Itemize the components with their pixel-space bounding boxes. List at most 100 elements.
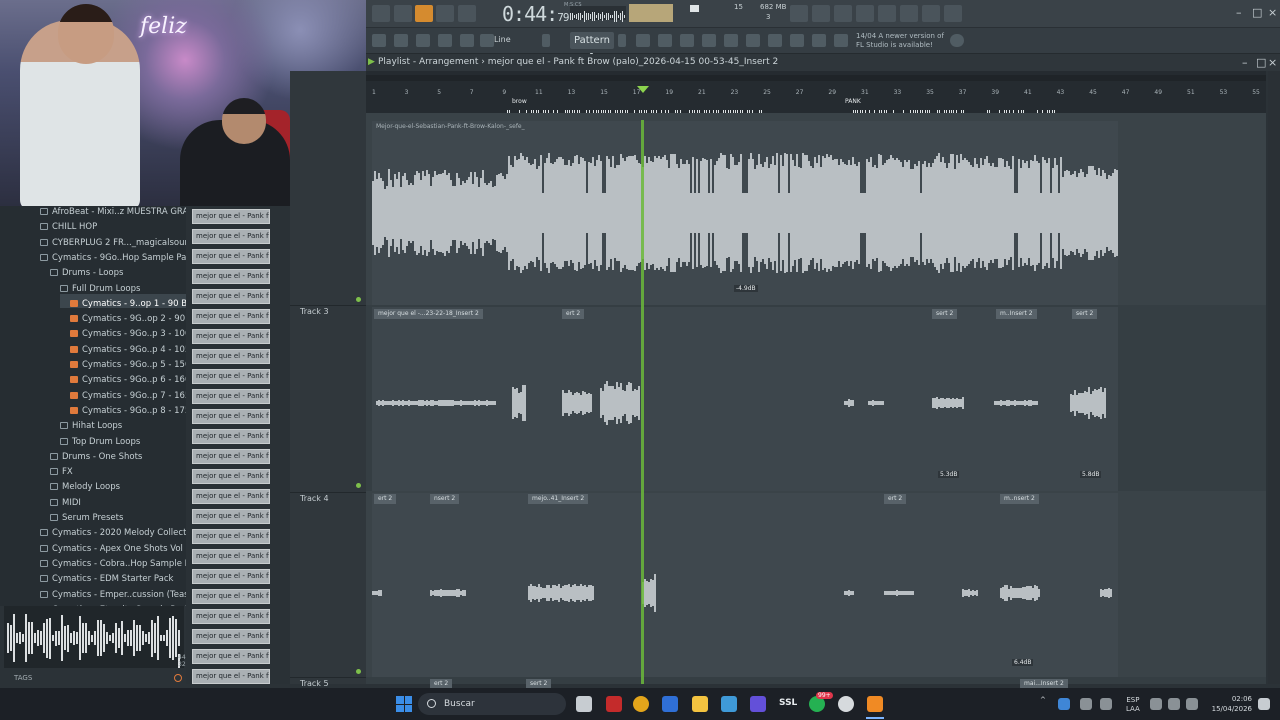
browser-item[interactable]: Cymatics - 9Go..p 6 - 160 BPM xyxy=(70,375,186,389)
onedrive-icon[interactable] xyxy=(1058,698,1070,710)
cart-icon[interactable] xyxy=(834,34,848,47)
track-2-mute-icon[interactable] xyxy=(356,297,361,302)
playhead[interactable] xyxy=(641,120,644,684)
track-3-mute-icon[interactable] xyxy=(356,483,361,488)
clipboard-icon[interactable] xyxy=(746,34,760,47)
playlist-close-icon[interactable]: × xyxy=(1268,54,1277,71)
update-notice[interactable]: 14/04 A newer version of FL Studio is av… xyxy=(856,32,944,50)
picker-item[interactable]: mejor que el - Pank ft Br... xyxy=(192,289,270,304)
browser-item[interactable]: Hihat Loops xyxy=(60,421,122,435)
browser-item[interactable]: Cymatics - 9Go..p 3 - 100 BPM xyxy=(70,329,186,343)
vertical-scrollbar[interactable] xyxy=(1268,71,1280,684)
playlist-minimize-icon[interactable]: – xyxy=(1242,54,1248,71)
vs-code-icon[interactable] xyxy=(750,696,766,712)
picker-item[interactable]: mejor que el - Pank ft Br... xyxy=(192,349,270,364)
picker-item[interactable]: mejor que el - Pank ft Br... xyxy=(192,569,270,584)
browser-item[interactable]: MIDI xyxy=(50,498,81,512)
picker-item[interactable]: mejor que el - Pank ft Br... xyxy=(192,629,270,644)
menu-icon[interactable] xyxy=(372,34,386,47)
app-circle-icon[interactable] xyxy=(838,696,854,712)
browser-item[interactable]: Serum Presets xyxy=(50,513,123,527)
horizontal-scrollbar[interactable] xyxy=(366,75,1266,81)
clip-head[interactable]: nsert 2 xyxy=(430,494,460,504)
add-pattern-icon[interactable] xyxy=(618,34,626,47)
play-icon[interactable] xyxy=(394,34,408,47)
browser-item[interactable]: Melody Loops xyxy=(50,482,120,496)
clip-head[interactable]: ert 2 xyxy=(884,494,907,504)
clip-head[interactable]: sert 2 xyxy=(1072,309,1098,319)
taskbar-clock[interactable]: 02:06 15/04/2026 xyxy=(1206,694,1252,714)
snap-arrow-icon[interactable] xyxy=(542,34,550,47)
tray-chevron-icon[interactable]: ^ xyxy=(1040,696,1046,704)
playlist-titlebar[interactable]: ▶ Playlist - Arrangement › mejor que el … xyxy=(366,54,1280,71)
plugin-icon[interactable] xyxy=(768,34,782,47)
picker-item[interactable]: mejor que el - Pank ft Br... xyxy=(192,369,270,384)
chat-icon[interactable] xyxy=(922,5,940,22)
mic-tray-icon[interactable] xyxy=(1100,698,1112,710)
track-5-label[interactable]: Track 5 xyxy=(300,679,329,688)
browser-item[interactable]: Cymatics - 9G..op 2 - 90 BPM xyxy=(70,314,186,328)
track-4-label[interactable]: Track 4 xyxy=(300,494,329,503)
browser-view-icon[interactable] xyxy=(724,34,738,47)
clip-head[interactable]: mejo..41_Insert 2 xyxy=(528,494,589,504)
picker-item[interactable]: mejor que el - Pank ft Br... xyxy=(192,229,270,244)
record-mode-icon[interactable] xyxy=(394,5,412,22)
brush-icon[interactable] xyxy=(416,34,430,47)
store-icon[interactable] xyxy=(662,696,678,712)
picker-item[interactable]: mejor que el - Pank ft Br... xyxy=(192,209,270,224)
browser-item[interactable]: Cymatics - 9..op 1 - 90 BPM xyxy=(70,299,186,313)
loop-record-icon[interactable] xyxy=(458,5,476,22)
marker-pank[interactable]: PANK xyxy=(845,98,861,105)
picker-item[interactable]: mejor que el - Pank ft Br... xyxy=(192,589,270,604)
pattern-select[interactable]: Pattern 1 xyxy=(570,32,614,63)
browser-item[interactable]: Cymatics - Emper..cussion (Teaser) xyxy=(40,590,186,604)
picker-item[interactable]: mejor que el - Pank ft Br... xyxy=(192,509,270,524)
picker-item[interactable]: mejor que el - Pank ft Br... xyxy=(192,609,270,624)
sync-icon[interactable] xyxy=(1080,698,1092,710)
browser-item[interactable]: Cymatics - Apex One Shots Vol 3 xyxy=(40,544,186,558)
track-4-mute-icon[interactable] xyxy=(356,669,361,674)
picker-item[interactable]: mejor que el - Pank ft Br... xyxy=(192,449,270,464)
close-icon[interactable]: × xyxy=(1268,6,1277,19)
save-icon[interactable] xyxy=(878,5,896,22)
metronome-icon[interactable] xyxy=(415,5,433,22)
browser-item[interactable]: Cymatics - 9Go..p 4 - 105 BPM xyxy=(70,345,186,359)
language-indicator[interactable]: ESP LAA xyxy=(1126,696,1140,714)
maximize-icon[interactable]: □ xyxy=(1252,6,1262,19)
playlist-maximize-icon[interactable]: □ xyxy=(1256,54,1266,71)
browser-item[interactable]: Full Drum Loops xyxy=(60,284,140,298)
browser-item[interactable]: Drums - One Shots xyxy=(50,452,142,466)
lock-icon[interactable] xyxy=(480,34,494,47)
playhead-marker-icon[interactable] xyxy=(637,86,649,93)
windows-start-icon[interactable] xyxy=(396,696,412,712)
browser-item[interactable]: Cymatics - 9Go..Hop Sample Pack xyxy=(40,253,186,267)
picker-item[interactable]: mejor que el - Pank ft Br... xyxy=(192,329,270,344)
browser-item[interactable]: Top Drum Loops xyxy=(60,437,140,451)
picker-item[interactable]: mejor que el - Pank ft Br... xyxy=(192,529,270,544)
clip-head[interactable]: ert 2 xyxy=(562,309,585,319)
fl-studio-icon[interactable] xyxy=(867,696,883,712)
clip-head[interactable]: m..Insert 2 xyxy=(996,309,1037,319)
mic-icon[interactable] xyxy=(834,5,852,22)
sample-preview[interactable]: 44.1 32 xyxy=(4,606,191,668)
battery-icon[interactable] xyxy=(1186,698,1198,710)
clip-head[interactable]: ert 2 xyxy=(374,494,397,504)
picker-item[interactable]: mejor que el - Pank ft Br... xyxy=(192,389,270,404)
picker-item[interactable]: mejor que el - Pank ft Br... xyxy=(192,269,270,284)
globe-icon[interactable] xyxy=(950,34,964,47)
playlist-icon[interactable] xyxy=(636,34,650,47)
task-view-icon[interactable] xyxy=(576,696,592,712)
download-icon[interactable] xyxy=(944,5,962,22)
notifications-icon[interactable] xyxy=(1258,698,1270,710)
timeline-ruler[interactable]: brow PANK 1 3 5 7 9 11 13 15 17 19 21 23 25 27 29 31 33 3… xyxy=(366,71,1266,113)
file-explorer-icon[interactable] xyxy=(692,696,708,712)
picker-item[interactable]: mejor que el - Pank ft Br... xyxy=(192,469,270,484)
picker-item[interactable]: mejor que el - Pank ft Br... xyxy=(192,249,270,264)
taskbar-search[interactable]: Buscar xyxy=(418,693,566,715)
browser-item[interactable]: Cymatics - 9Go..p 8 - 175 BPM xyxy=(70,406,186,420)
panic-icon[interactable] xyxy=(812,5,830,22)
browser-item[interactable]: AfroBeat - Mixi..z MUESTRA GRATIS xyxy=(40,207,186,221)
picker-item[interactable]: mejor que el - Pank ft Br... xyxy=(192,309,270,324)
snap-select[interactable]: Line xyxy=(494,35,511,44)
ssl-app-label[interactable]: SSL xyxy=(779,698,797,708)
